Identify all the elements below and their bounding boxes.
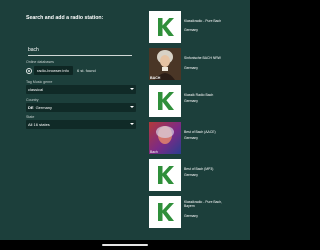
country-label: Country <box>26 98 39 102</box>
result-title: Sinfonische BACH NRW <box>184 56 221 60</box>
result-country: Germany <box>184 99 198 103</box>
result-item[interactable]: Klassik Radio Bach Germany <box>149 85 227 117</box>
klassik-radio-logo-icon <box>149 85 181 117</box>
chevron-down-icon <box>130 123 134 126</box>
results-count: 6 st. found <box>77 68 96 73</box>
country-value: DE Germany <box>28 103 52 112</box>
search-input-value: bach <box>28 47 39 53</box>
thumbnail-caption: BACH <box>150 75 161 80</box>
home-gesture-handle[interactable] <box>102 244 148 246</box>
result-country: Germany <box>184 173 198 177</box>
search-panel: Search and add a radio station: bach Onl… <box>26 15 142 225</box>
result-item[interactable]: Klassikradio - Pure Bach, Bayern Germany <box>149 196 227 228</box>
results-list: Klassikradio - Pure Bach Germany BACH Si… <box>149 11 227 233</box>
country-code: DE <box>28 105 34 110</box>
result-title: Best of Bach (AACE) <box>184 130 216 134</box>
result-title: Klassikradio - Pure Bach, Bayern <box>184 200 223 209</box>
result-item[interactable]: Best of Bach (MP3) Germany <box>149 159 227 191</box>
chevron-down-icon <box>130 88 134 91</box>
genre-label: Tag Music genre <box>26 80 53 84</box>
result-title: Klassikradio - Pure Bach <box>184 19 222 23</box>
state-select[interactable]: All 16 states <box>26 120 136 129</box>
result-country: Germany <box>184 136 198 140</box>
klassik-radio-logo-icon <box>149 196 181 228</box>
database-option[interactable]: radio-browser.info 6 st. found <box>26 66 136 76</box>
search-title: Search and add a radio station: <box>26 15 104 21</box>
database-source[interactable]: radio-browser.info <box>34 66 73 75</box>
result-item[interactable]: Bach Best of Bach (AACE) Germany <box>149 122 227 154</box>
result-item[interactable]: Klassikradio - Pure Bach Germany <box>149 11 227 43</box>
result-item[interactable]: BACH Sinfonische BACH NRW Germany <box>149 48 227 80</box>
result-title: Best of Bach (MP3) <box>184 167 214 171</box>
result-country: Germany <box>184 28 198 32</box>
bach-portrait-icon: BACH <box>149 48 181 80</box>
system-nav-bar <box>0 240 250 250</box>
genre-value: classical <box>28 87 44 92</box>
result-country: Germany <box>184 66 198 70</box>
klassik-radio-logo-icon <box>149 159 181 191</box>
klassik-radio-logo-icon <box>149 11 181 43</box>
state-value: All 16 states <box>28 122 50 127</box>
genre-select[interactable]: classical <box>26 85 136 94</box>
app-screen: Search and add a radio station: bach Onl… <box>0 0 250 250</box>
search-input[interactable]: bach <box>28 46 132 56</box>
database-radio[interactable] <box>26 67 32 74</box>
databases-label: Online databases <box>26 60 54 64</box>
country-select[interactable]: DE Germany <box>26 103 136 112</box>
colorful-artwork-icon: Bach <box>149 122 181 154</box>
result-country: Germany <box>184 214 198 218</box>
thumbnail-caption: Bach <box>150 149 158 154</box>
country-name: Germany <box>35 105 53 110</box>
chevron-down-icon <box>130 106 134 109</box>
state-label: State <box>26 115 35 119</box>
result-title: Klassik Radio Bach <box>184 93 214 97</box>
